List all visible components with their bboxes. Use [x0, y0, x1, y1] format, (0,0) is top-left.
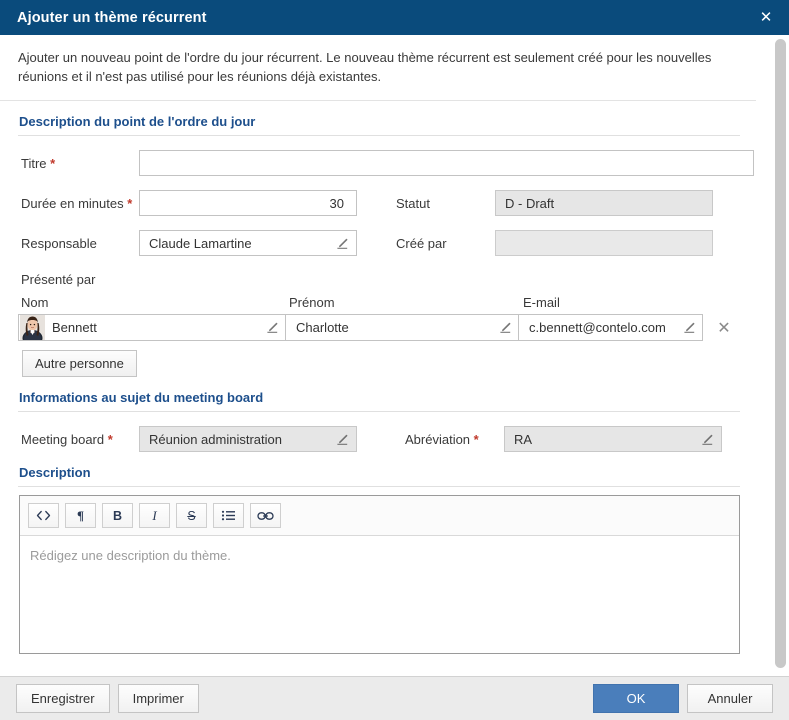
label-cree-par: Créé par [396, 235, 447, 251]
required-marker: * [50, 155, 56, 171]
print-button[interactable]: Imprimer [117, 684, 199, 713]
italic-icon[interactable]: I [139, 503, 170, 528]
cancel-button[interactable]: Annuler [687, 684, 773, 713]
required-marker: * [127, 195, 133, 211]
section-agenda-title: Description du point de l'ordre du jour [19, 114, 256, 129]
bullet-list-icon[interactable] [213, 503, 244, 528]
description-textarea[interactable]: Rédigez une description du thème. [20, 536, 739, 653]
divider [18, 135, 740, 136]
input-presenter-nom[interactable]: Bennett [18, 314, 286, 341]
input-statut-value: D - Draft [505, 195, 555, 211]
section-description-title: Description [19, 465, 91, 480]
label-abreviation: Abréviation * [403, 432, 504, 447]
ok-button[interactable]: OK [593, 684, 679, 713]
input-presenter-prenom[interactable]: Charlotte [285, 314, 519, 341]
dialog-body: Ajouter un nouveau point de l'ordre du j… [0, 35, 789, 676]
save-button[interactable]: Enregistrer [16, 684, 110, 713]
label-titre-text: Titre [21, 155, 47, 171]
pencil-edit-icon[interactable] [265, 320, 280, 335]
presenter-column-headers: Nom Prénom E-mail [18, 287, 756, 314]
required-marker: * [473, 431, 479, 447]
input-meeting-board-value: Réunion administration [149, 431, 282, 447]
code-icon[interactable] [28, 503, 59, 528]
input-presenter-email-value: c.bennett@contelo.com [529, 320, 666, 335]
label-duree-text: Durée en minutes [21, 195, 124, 211]
field-row-responsable-creepar: Responsable Claude Lamartine Créé par [18, 230, 756, 256]
add-other-person-button[interactable]: Autre personne [22, 350, 137, 377]
paragraph-icon[interactable]: ¶ [65, 503, 96, 528]
column-header-prenom: Prénom [289, 295, 335, 310]
input-presenter-prenom-value: Charlotte [296, 320, 349, 335]
avatar-photo-icon [20, 315, 45, 340]
remove-presenter-icon[interactable]: ✕ [711, 315, 737, 341]
field-row-titre: Titre * [18, 150, 756, 176]
pencil-edit-icon[interactable] [335, 432, 350, 447]
dialog-title: Ajouter un thème récurrent [17, 9, 207, 26]
label-presente-par: Présenté par [21, 272, 96, 287]
column-header-email: E-mail [523, 295, 560, 310]
add-recurring-topic-dialog: Ajouter un thème récurrent ✕ Ajouter un … [0, 0, 789, 720]
pencil-edit-icon[interactable] [335, 236, 350, 251]
required-marker: * [107, 431, 113, 447]
section-description: Description ¶ B I S Rédigez une descript… [0, 452, 756, 654]
pencil-edit-icon[interactable] [700, 432, 715, 447]
divider [18, 486, 740, 487]
input-duree-value: 30 [329, 195, 344, 211]
bold-icon[interactable]: B [102, 503, 133, 528]
section-meeting-board: Informations au sujet du meeting board M… [0, 377, 756, 452]
dialog-footer: Enregistrer Imprimer OK Annuler [0, 676, 789, 720]
input-abreviation[interactable]: RA [504, 426, 722, 452]
label-titre: Titre * [18, 156, 139, 171]
dialog-intro-text: Ajouter un nouveau point de l'ordre du j… [0, 35, 756, 101]
input-duree-minutes[interactable]: 30 [139, 190, 357, 216]
column-header-nom: Nom [21, 295, 49, 310]
presenter-row: Bennett Charlotte c.bennett@contelo.com … [18, 314, 756, 341]
dialog-titlebar: Ajouter un thème récurrent ✕ [0, 0, 789, 35]
vertical-scrollbar[interactable] [775, 35, 786, 676]
link-icon[interactable] [250, 503, 281, 528]
input-cree-par [495, 230, 713, 256]
strikethrough-icon[interactable]: S [176, 503, 207, 528]
bottom-spacer [0, 654, 756, 672]
input-presenter-email[interactable]: c.bennett@contelo.com [518, 314, 703, 341]
label-statut: Statut [396, 195, 430, 211]
pencil-edit-icon[interactable] [498, 320, 513, 335]
input-statut: D - Draft [495, 190, 713, 216]
input-titre[interactable] [139, 150, 754, 176]
divider [18, 411, 740, 412]
section-agenda-item: Description du point de l'ordre du jour … [0, 101, 756, 377]
scrollbar-thumb[interactable] [775, 39, 786, 668]
field-row-meeting-board: Meeting board * Réunion administration A… [18, 426, 756, 452]
section-meeting-board-title: Informations au sujet du meeting board [19, 390, 264, 405]
footer-right-actions: OK Annuler [593, 684, 773, 713]
dialog-body-scroll-area: Ajouter un nouveau point de l'ordre du j… [0, 35, 789, 676]
label-abreviation-text: Abréviation [405, 431, 471, 447]
label-meeting-board: Meeting board * [18, 432, 139, 447]
label-duree: Durée en minutes * [18, 196, 139, 211]
description-editor: ¶ B I S Rédigez une description du thème… [19, 495, 740, 654]
input-meeting-board[interactable]: Réunion administration [139, 426, 357, 452]
input-abreviation-value: RA [514, 431, 533, 447]
close-icon[interactable]: ✕ [753, 5, 779, 31]
field-row-duree-statut: Durée en minutes * 30 Statut D - Draft [18, 190, 756, 216]
input-responsable-value: Claude Lamartine [149, 235, 252, 251]
footer-left-actions: Enregistrer Imprimer [16, 684, 199, 713]
label-responsable: Responsable [21, 235, 97, 251]
label-meeting-board-text: Meeting board [21, 431, 105, 447]
input-presenter-nom-value: Bennett [52, 320, 97, 335]
pencil-edit-icon[interactable] [682, 320, 697, 335]
input-responsable[interactable]: Claude Lamartine [139, 230, 357, 256]
editor-toolbar: ¶ B I S [20, 496, 739, 536]
